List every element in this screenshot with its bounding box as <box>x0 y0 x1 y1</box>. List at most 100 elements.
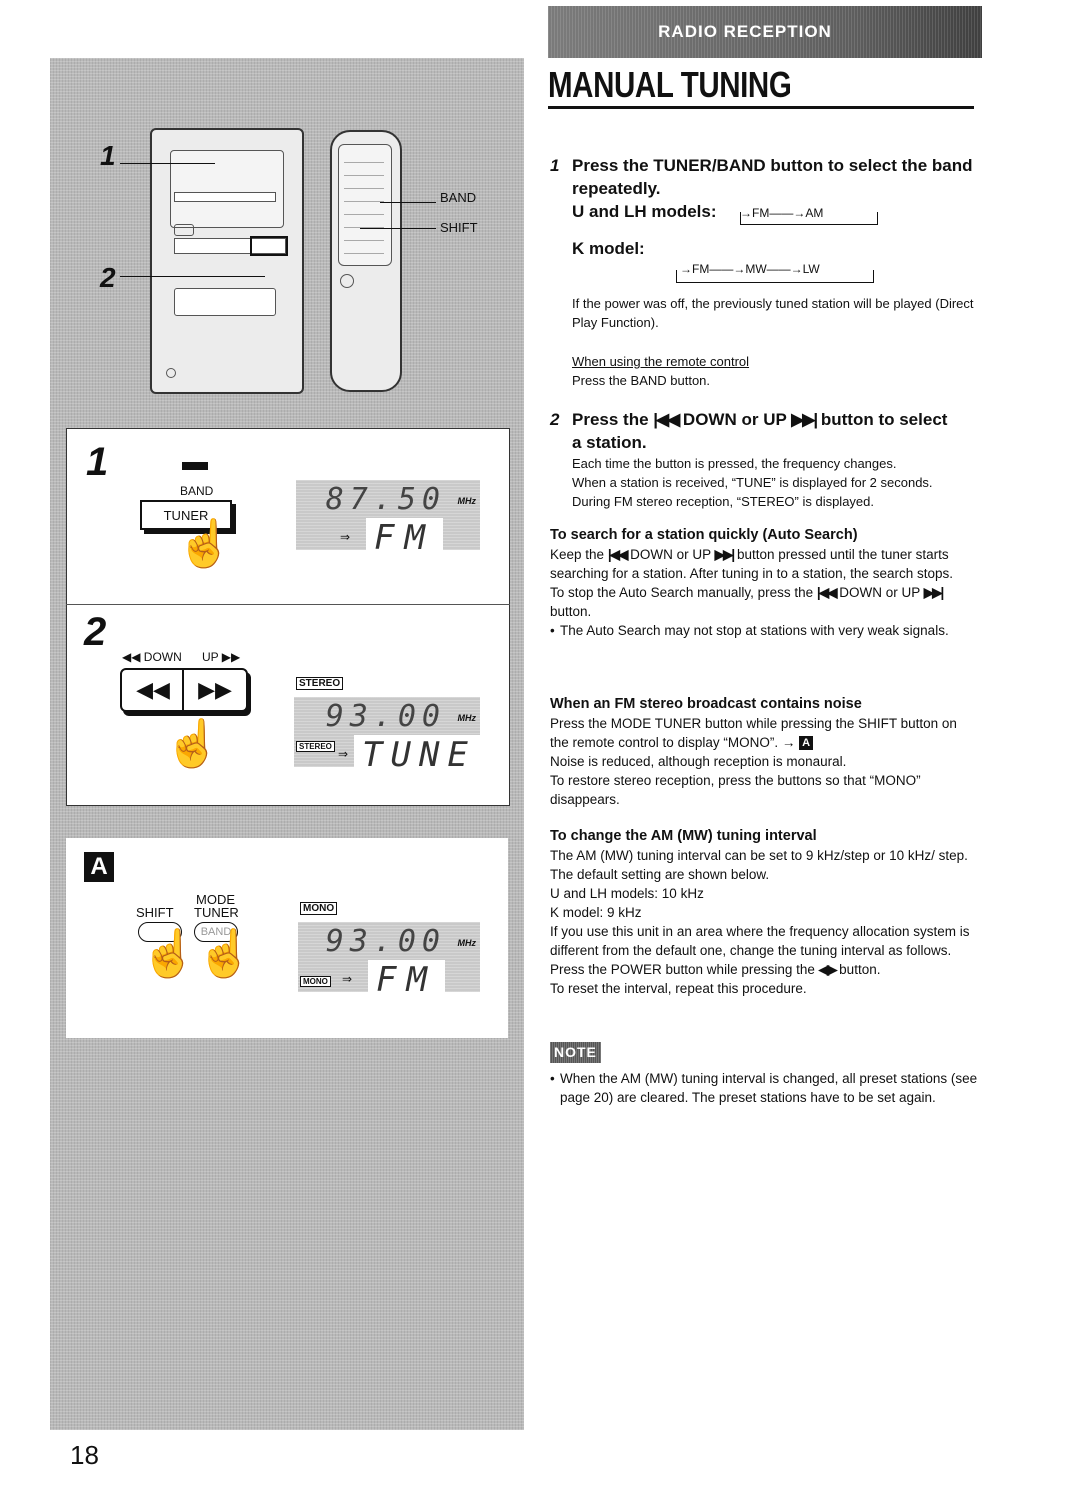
left-right-arrow-icon: ◀▶ <box>818 962 838 977</box>
am-interval-p3: Press the POWER button while pressing th… <box>550 960 978 979</box>
shift-label: SHIFT <box>136 905 174 920</box>
am-interval-p4: To reset the interval, repeat this proce… <box>550 981 807 996</box>
step-1: 1 Press the TUNER/BAND button to select t… <box>550 154 978 390</box>
k-model-row: →FM——→MW——→LW <box>550 260 978 290</box>
callout-2-leader <box>120 276 265 277</box>
figure-a-reference-icon: A <box>799 736 814 751</box>
u-lh-models-label: U and LH models: <box>572 202 717 221</box>
up-button[interactable]: ▶▶ <box>182 668 248 712</box>
skip-forward-icon: ▶▶| <box>791 410 818 429</box>
lcd-unit: MHz <box>457 496 477 506</box>
rewind-icon: ◀◀ <box>136 677 170 702</box>
cycle-loop-line <box>740 212 878 225</box>
band-leader <box>380 202 436 203</box>
pressing-finger-icon: ☝ <box>140 927 198 979</box>
band-label: BAND <box>180 484 214 498</box>
lcd-display-step1: 87.50 MHz ⇒ FM <box>296 480 480 558</box>
bullet-icon: • <box>550 623 555 638</box>
note-section: NOTE • When the AM (MW) tuning interval i… <box>550 1042 978 1107</box>
page-number: 18 <box>70 1440 99 1470</box>
remote-band-label: BAND <box>440 190 477 205</box>
auto-search-bullet: • The Auto Search may not stop at station… <box>550 621 978 640</box>
title-rule <box>548 106 974 109</box>
skip-back-icon: |◀◀ <box>816 585 837 600</box>
text: button. <box>839 962 881 977</box>
am-interval-k: K model: 9 kHz <box>550 905 642 920</box>
step-1-heading-line1: Press the TUNER/BAND button to select th… <box>572 156 973 175</box>
lcd-unit: MHz <box>457 713 477 723</box>
step-1-heading-line2: repeatedly. <box>572 179 661 198</box>
am-interval-u-lh: U and LH models: 10 kHz <box>550 886 704 901</box>
tuner-label: TUNER <box>194 905 239 920</box>
lcd-frequency: 87.50 <box>325 482 446 517</box>
text: Press the MODE TUNER button while pressi… <box>550 716 957 750</box>
section-banner-text: RADIO RECEPTION <box>658 22 832 41</box>
step-2-heading-middle: DOWN or UP <box>682 410 787 429</box>
step-2-body-line: Each time the button is pressed, the fre… <box>572 456 897 471</box>
step-2-heading-prefix: Press the <box>572 410 649 429</box>
note-label: NOTE <box>550 1042 601 1063</box>
text: button. <box>550 604 592 619</box>
lcd-band: FM <box>366 518 443 558</box>
remote-shift-label: SHIFT <box>440 220 478 235</box>
up-label: UP ▶▶ <box>202 650 241 664</box>
step-2-body-line: When a station is received, “TUNE” is di… <box>572 475 933 490</box>
stereo-unit-illustration <box>150 128 304 394</box>
text: DOWN or UP <box>630 547 711 562</box>
u-lh-models-row: U and LH models: →FM——→AM <box>550 200 978 225</box>
step-1-number: 1 <box>550 156 560 175</box>
down-label: ◀◀ DOWN <box>122 650 182 664</box>
skip-back-icon: |◀◀ <box>607 547 628 562</box>
shift-leader <box>360 228 436 229</box>
step-2: 2 Press the |◀◀ DOWN or UP ▶▶| button to … <box>550 408 978 511</box>
text: DOWN or UP <box>839 585 920 600</box>
lcd-display-step2: STEREO 93.00 MHz ⇒ TUNE <box>294 697 484 775</box>
page-title: MANUAL TUNING <box>548 64 792 105</box>
section-banner: RADIO RECEPTION <box>548 6 982 58</box>
step-2-heading-line2: a station. <box>572 433 647 452</box>
step-2-number: 2 <box>550 410 560 429</box>
skip-forward-icon: ▶▶| <box>923 585 944 600</box>
pressing-finger-icon: ☝ <box>176 517 234 569</box>
lcd-arrow-icon: ⇒ <box>338 747 349 761</box>
lcd-arrow-icon: ⇒ <box>340 530 351 544</box>
steps-divider <box>66 604 510 605</box>
lcd-frequency: 93.00 <box>325 924 446 959</box>
skip-forward-icon: ▶▶| <box>714 547 735 562</box>
stereo-indicator: STEREO <box>296 741 335 752</box>
lcd-band: FM <box>368 960 445 1000</box>
text: To stop the Auto Search manually, press … <box>550 585 814 600</box>
note-bullet-text: When the AM (MW) tuning interval is chan… <box>560 1071 978 1105</box>
down-button[interactable]: ◀◀ <box>120 668 186 712</box>
lcd-frequency: 93.00 <box>325 699 446 734</box>
auto-search-p1: Keep the |◀◀ DOWN or UP ▶▶| button press… <box>550 545 978 583</box>
step-2-body-line: During FM stereo reception, “STEREO” is … <box>572 494 874 509</box>
fast-forward-icon: ▶▶ <box>198 677 232 702</box>
step-1-heading: 1 Press the TUNER/BAND button to select t… <box>550 154 978 177</box>
callout-1-leader <box>120 163 215 164</box>
bullet-icon: • <box>550 1071 555 1086</box>
am-interval-p2: If you use this unit in an area where th… <box>550 924 970 958</box>
fm-noise-p2: Noise is reduced, although reception is … <box>550 754 847 769</box>
remote-control-instruction: Press the BAND button. <box>572 373 711 388</box>
stereo-indicator-callout: STEREO <box>296 677 344 690</box>
remote-control-illustration <box>330 130 402 392</box>
am-interval-heading: To change the AM (MW) tuning interval <box>550 828 817 844</box>
step-2-heading: 2 Press the |◀◀ DOWN or UP ▶▶| button to … <box>550 408 978 431</box>
step-2-heading-suffix: button to select <box>820 410 948 429</box>
auto-search-bullet-text: The Auto Search may not stop at stations… <box>560 623 949 638</box>
auto-search-heading: To search for a station quickly (Auto Se… <box>550 527 858 543</box>
mono-indicator-callout: MONO <box>300 902 338 915</box>
pressing-finger-icon: ☝ <box>164 717 222 769</box>
callout-1: 1 <box>100 140 116 171</box>
figure-a-badge: A <box>84 852 114 882</box>
fm-noise-section: When an FM stereo broadcast contains noi… <box>550 695 978 809</box>
pressing-finger-icon: ☝ <box>196 927 254 979</box>
callout-2: 2 <box>100 262 116 293</box>
direct-play-note: If the power was off, the previously tun… <box>572 296 974 330</box>
auto-search-section: To search for a station quickly (Auto Se… <box>550 526 978 640</box>
fm-noise-heading: When an FM stereo broadcast contains noi… <box>550 696 862 712</box>
skip-back-icon: |◀◀ <box>653 410 680 429</box>
mono-indicator: MONO <box>300 976 331 987</box>
k-model-label: K model: <box>572 239 645 258</box>
